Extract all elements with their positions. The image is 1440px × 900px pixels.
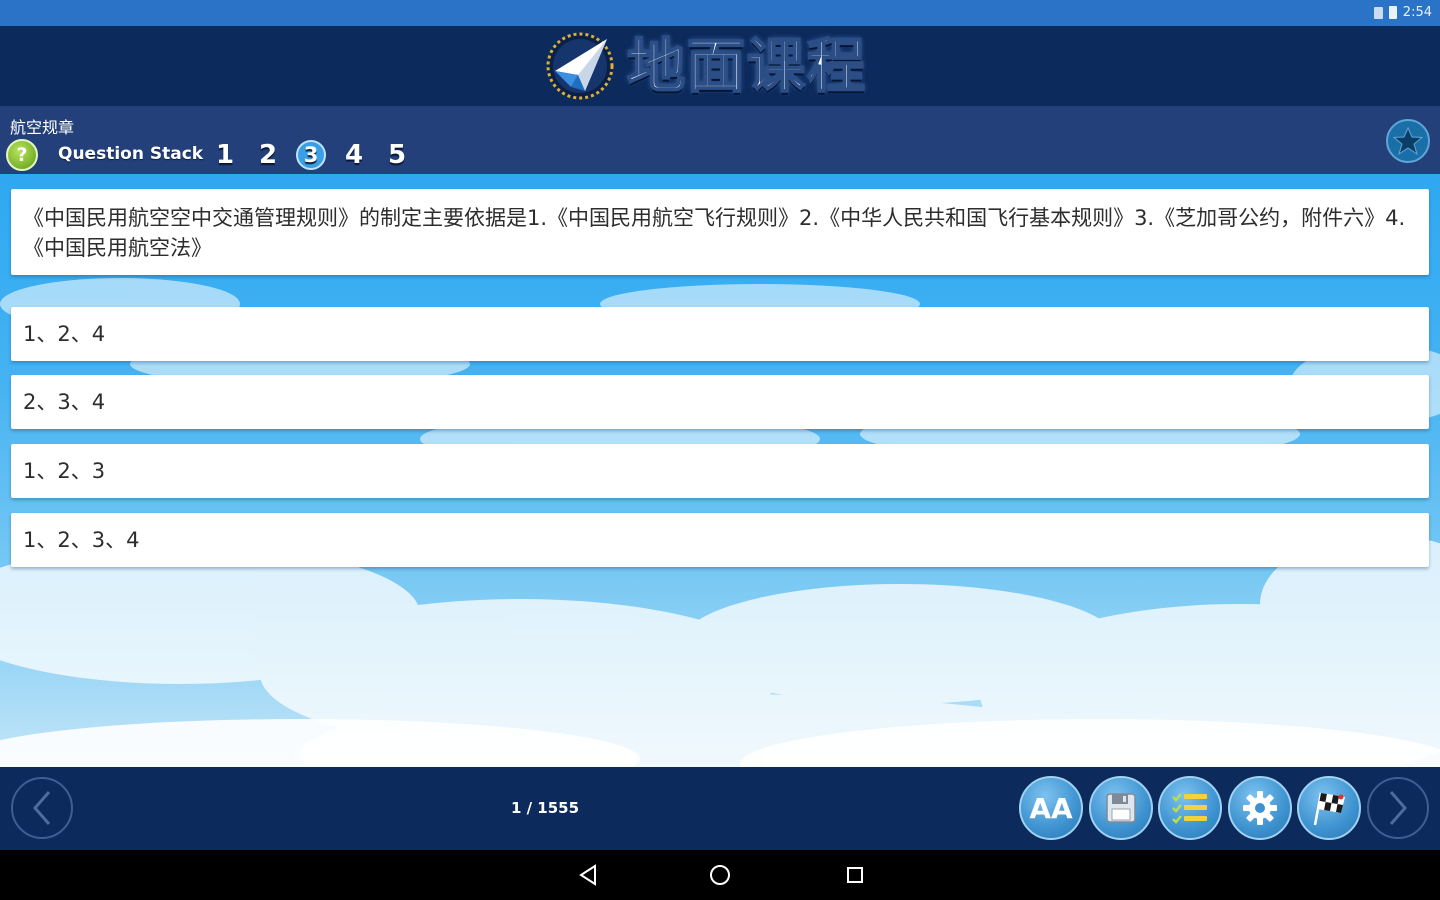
question-list-button[interactable] xyxy=(1158,776,1222,840)
font-size-button[interactable]: AA xyxy=(1019,776,1083,840)
save-icon xyxy=(1106,793,1136,823)
paper-plane-compass-icon xyxy=(546,32,614,100)
question-stack-label: Question Stack xyxy=(58,144,204,164)
app-title: 地面课程 xyxy=(626,31,868,101)
font-size-icon: AA xyxy=(1029,791,1073,825)
page-counter: 1 / 1555 xyxy=(510,799,580,817)
question-toolbar: 航空规章 ? Question Stack 1 2 3 4 5 xyxy=(0,106,1440,174)
chevron-right-icon xyxy=(1389,791,1407,825)
question-mark-icon: ? xyxy=(16,144,28,166)
question-stack-numbers: 1 2 3 4 5 xyxy=(208,138,414,172)
app-header: 地面课程 xyxy=(0,26,1440,106)
star-icon xyxy=(1393,126,1423,156)
battery-icon xyxy=(1388,6,1397,19)
stack-number-5[interactable]: 5 xyxy=(380,138,414,172)
answer-option-4[interactable]: 1、2、3、4 xyxy=(11,513,1429,567)
stack-number-3-active[interactable]: 3 xyxy=(296,140,326,170)
finish-button[interactable] xyxy=(1297,776,1361,840)
category-label: 航空规章 xyxy=(10,118,75,137)
status-bar: 2:54 xyxy=(0,0,1440,26)
chevron-left-icon xyxy=(33,791,51,825)
system-home-button[interactable] xyxy=(708,863,732,887)
answer-option-3[interactable]: 1、2、3 xyxy=(11,444,1429,498)
system-navigation-bar xyxy=(0,850,1440,900)
checkered-flag-icon xyxy=(1313,792,1345,826)
answer-option-2[interactable]: 2、3、4 xyxy=(11,375,1429,429)
status-icons: 2:54 xyxy=(1373,5,1432,20)
system-recents-button[interactable] xyxy=(843,863,867,887)
home-circle-icon xyxy=(710,865,730,885)
previous-button[interactable] xyxy=(11,777,73,839)
help-button[interactable]: ? xyxy=(6,139,38,171)
next-button[interactable] xyxy=(1367,777,1429,839)
brand: 地面课程 xyxy=(545,30,867,102)
stack-number-4[interactable]: 4 xyxy=(337,138,371,172)
status-time: 2:54 xyxy=(1402,5,1432,20)
back-triangle-icon xyxy=(579,864,596,886)
recents-square-icon xyxy=(847,867,863,883)
save-button[interactable] xyxy=(1089,776,1153,840)
stack-number-2[interactable]: 2 xyxy=(251,138,285,172)
checklist-icon xyxy=(1172,793,1207,824)
bottom-bar: 1 / 1555 AA xyxy=(0,767,1440,850)
stack-number-1[interactable]: 1 xyxy=(208,138,242,172)
system-back-button[interactable] xyxy=(576,863,600,887)
question-text: 《中国民用航空空中交通管理规则》的制定主要依据是1.《中国民用航空飞行规则》2.… xyxy=(11,189,1429,275)
answer-option-1[interactable]: 1、2、4 xyxy=(11,307,1429,361)
sim-icon xyxy=(1373,6,1383,19)
gear-icon xyxy=(1243,791,1277,825)
favorite-button[interactable] xyxy=(1386,119,1430,163)
settings-button[interactable] xyxy=(1228,776,1292,840)
question-content: 《中国民用航空空中交通管理规则》的制定主要依据是1.《中国民用航空飞行规则》2.… xyxy=(0,174,1440,767)
